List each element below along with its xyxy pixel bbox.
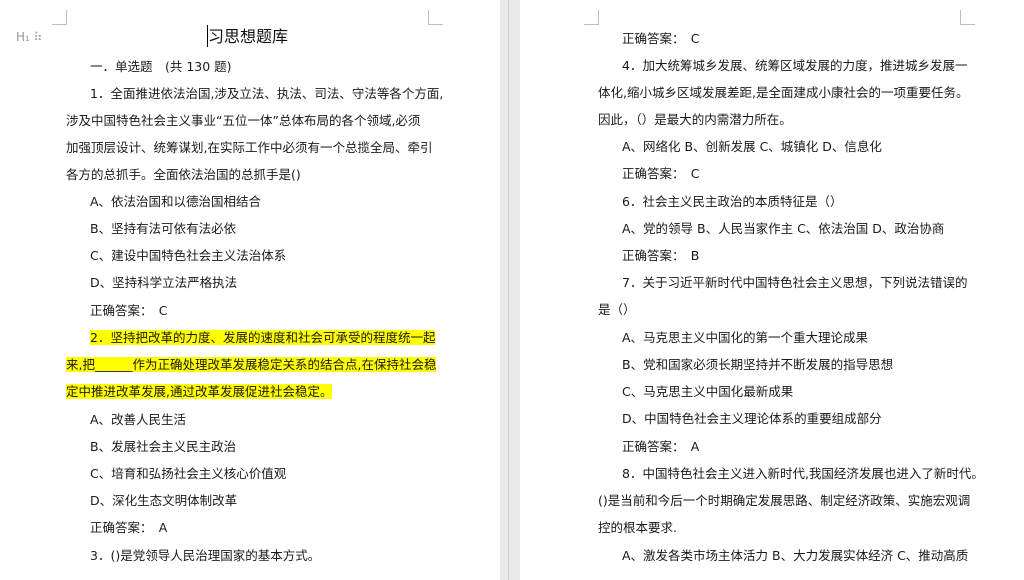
line-text: 正确答案： C — [622, 166, 700, 181]
right-page-text-line[interactable]: 正确答案： A — [622, 438, 699, 456]
line-text: 是（） — [598, 302, 636, 317]
line-text: 控的根本要求. — [598, 520, 677, 535]
left-page-text-line[interactable]: D、坚持科学立法严格执法 — [90, 274, 237, 292]
line-text: 因此，（）是最大的内需潜力所在。 — [598, 112, 792, 127]
line-text: 各方的总抓手。全面依法治国的总抓手是() — [66, 167, 301, 182]
margin-corner-mark — [52, 10, 67, 25]
left-page-text-line[interactable]: 涉及中国特色社会主义事业“五位一体”总体布局的各个领域,必须 — [66, 112, 420, 130]
right-page-text-line[interactable]: C、马克思主义中国化最新成果 — [622, 383, 793, 401]
right-page-text-line[interactable]: 8．中国特色社会主义进入新时代,我国经济发展也进入了新时代。 — [622, 465, 984, 483]
line-text: 涉及中国特色社会主义事业“五位一体”总体布局的各个领域,必须 — [66, 113, 421, 128]
left-page-text-line[interactable]: 一．单选题 (共 130 题) — [90, 58, 232, 76]
right-page-text-line[interactable]: 控的根本要求. — [598, 519, 677, 537]
left-page-text-line[interactable]: 各方的总抓手。全面依法治国的总抓手是() — [66, 166, 301, 184]
right-page-text-line[interactable]: 因此，（）是最大的内需潜力所在。 — [598, 111, 792, 129]
right-page-text-line[interactable]: 7．关于习近平新时代中国特色社会主义思想，下列说法错误的 — [622, 274, 967, 292]
left-page-text-line[interactable]: B、发展社会主义民主政治 — [90, 438, 236, 456]
left-page-text-line[interactable]: 定中推进改革发展,通过改革发展促进社会稳定。 — [66, 383, 333, 401]
line-text: A、依法治国和以德治国相结合 — [90, 194, 262, 209]
left-page-text-line[interactable]: 正确答案： C — [90, 302, 167, 320]
left-page-text-line[interactable]: 正确答案： A — [90, 519, 167, 537]
margin-corner-mark — [428, 10, 443, 25]
line-text: 一．单选题 (共 130 题) — [90, 59, 232, 74]
line-text: B、党和国家必须长期坚持并不断发展的指导思想 — [622, 357, 894, 372]
line-text: A、激发各类市场主体活力 B、大力发展实体经济 C、推动高质 — [622, 548, 969, 563]
line-text: 7．关于习近平新时代中国特色社会主义思想，下列说法错误的 — [622, 275, 968, 290]
left-page-text-line[interactable]: A、改善人民生活 — [90, 411, 186, 429]
right-page-text-line[interactable]: 是（） — [598, 301, 636, 319]
line-text: 正确答案： C — [622, 31, 700, 46]
line-text: 正确答案： C — [90, 303, 168, 318]
document-title[interactable]: 习思想题库 — [208, 28, 288, 46]
line-text: 来,把______作为正确处理改革发展稳定关系的结合点,在保持社会稳 — [66, 357, 437, 372]
right-page-text-line[interactable]: B、党和国家必须长期坚持并不断发展的指导思想 — [622, 356, 893, 374]
right-page-text-line[interactable]: A、激发各类市场主体活力 B、大力发展实体经济 C、推动高质 — [622, 547, 968, 565]
line-text: A、马克思主义中国化的第一个重大理论成果 — [622, 330, 869, 345]
right-page-text-line[interactable]: 正确答案： C — [622, 30, 699, 48]
line-text: D、中国特色社会主义理论体系的重要组成部分 — [622, 411, 882, 426]
line-text: 8．中国特色社会主义进入新时代,我国经济发展也进入了新时代。 — [622, 466, 984, 481]
left-page-text-line[interactable]: 2．坚持把改革的力度、发展的速度和社会可承受的程度统一起 — [90, 329, 436, 347]
left-page-text-line[interactable]: 加强顶层设计、统筹谋划,在实际工作中必须有一个总揽全局、牵引 — [66, 139, 432, 157]
line-text: C、马克思主义中国化最新成果 — [622, 384, 794, 399]
left-page-text-line[interactable]: C、培育和弘扬社会主义核心价值观 — [90, 465, 286, 483]
line-text: 加强顶层设计、统筹谋划,在实际工作中必须有一个总揽全局、牵引 — [66, 140, 433, 155]
line-text: D、深化生态文明体制改革 — [90, 493, 238, 508]
heading-drag-handle[interactable]: H₁ ⠷ — [16, 30, 42, 44]
left-page-text-line[interactable]: 3．()是党领导人民治理国家的基本方式。 — [90, 547, 320, 565]
line-text: B、发展社会主义民主政治 — [90, 439, 237, 454]
right-page-text-line[interactable]: 正确答案： C — [622, 165, 699, 183]
left-page-text-line[interactable]: B、坚持有法可依有法必依 — [90, 220, 236, 238]
line-text: 正确答案： A — [90, 520, 168, 535]
line-text: C、培育和弘扬社会主义核心价值观 — [90, 466, 287, 481]
right-page-text-line[interactable]: 体化,缩小城乡区域发展差距,是全面建成小康社会的一项重要任务。 — [598, 84, 968, 102]
left-page-text-line[interactable]: A、依法治国和以德治国相结合 — [90, 193, 261, 211]
line-text: 1．全面推进依法治国,涉及立法、执法、司法、守法等各个方面, — [90, 86, 444, 101]
line-text: 4．加大统筹城乡发展、统筹区域发展的力度，推进城乡发展一 — [622, 58, 968, 73]
line-text: 定中推进改革发展,通过改革发展促进社会稳定。 — [66, 384, 333, 399]
page-edge — [508, 0, 509, 580]
left-page-text-line[interactable]: 1．全面推进依法治国,涉及立法、执法、司法、守法等各个方面, — [90, 85, 443, 103]
right-page-text-line[interactable]: 正确答案： B — [622, 247, 699, 265]
right-page-text-line[interactable]: A、网络化 B、创新发展 C、城镇化 D、信息化 — [622, 138, 882, 156]
right-page-text-line[interactable]: 6．社会主义民主政治的本质特征是（） — [622, 193, 842, 211]
line-text: ()是当前和今后一个时期确定发展思路、制定经济政策、实施宏观调 — [598, 493, 971, 508]
right-page-text-line[interactable]: A、马克思主义中国化的第一个重大理论成果 — [622, 329, 868, 347]
line-text: 6．社会主义民主政治的本质特征是（） — [622, 194, 843, 209]
line-text: 体化,缩小城乡区域发展差距,是全面建成小康社会的一项重要任务。 — [598, 85, 969, 100]
line-text: 正确答案： B — [622, 248, 700, 263]
right-page-text-line[interactable]: 4．加大统筹城乡发展、统筹区域发展的力度，推进城乡发展一 — [622, 57, 967, 75]
left-page-text-line[interactable]: D、深化生态文明体制改革 — [90, 492, 237, 510]
right-page-text-line[interactable]: D、中国特色社会主义理论体系的重要组成部分 — [622, 410, 882, 428]
left-page-text-line[interactable]: C、建设中国特色社会主义法治体系 — [90, 247, 286, 265]
margin-corner-mark — [584, 10, 599, 25]
line-text: B、坚持有法可依有法必依 — [90, 221, 237, 236]
right-page: 正确答案： C 4．加大统筹城乡发展、统筹区域发展的力度，推进城乡发展一体化,缩小… — [520, 0, 1024, 580]
margin-corner-mark — [960, 10, 975, 25]
line-text: A、网络化 B、创新发展 C、城镇化 D、信息化 — [622, 139, 882, 154]
line-text: D、坚持科学立法严格执法 — [90, 275, 238, 290]
line-text: C、建设中国特色社会主义法治体系 — [90, 248, 287, 263]
line-text: A、改善人民生活 — [90, 412, 187, 427]
left-page-text-line[interactable]: 来,把______作为正确处理改革发展稳定关系的结合点,在保持社会稳 — [66, 356, 437, 374]
line-text: 2．坚持把改革的力度、发展的速度和社会可承受的程度统一起 — [90, 330, 436, 345]
line-text: A、党的领导 B、人民当家作主 C、依法治国 D、政治协商 — [622, 221, 945, 236]
line-text: 3．()是党领导人民治理国家的基本方式。 — [90, 548, 321, 563]
right-page-text-line[interactable]: A、党的领导 B、人民当家作主 C、依法治国 D、政治协商 — [622, 220, 944, 238]
right-page-text-line[interactable]: ()是当前和今后一个时期确定发展思路、制定经济政策、实施宏观调 — [598, 492, 970, 510]
left-page: H₁ ⠷ 习思想题库 一．单选题 (共 130 题) 1．全面推进依法治国,涉及立… — [0, 0, 500, 580]
line-text: 正确答案： A — [622, 439, 700, 454]
